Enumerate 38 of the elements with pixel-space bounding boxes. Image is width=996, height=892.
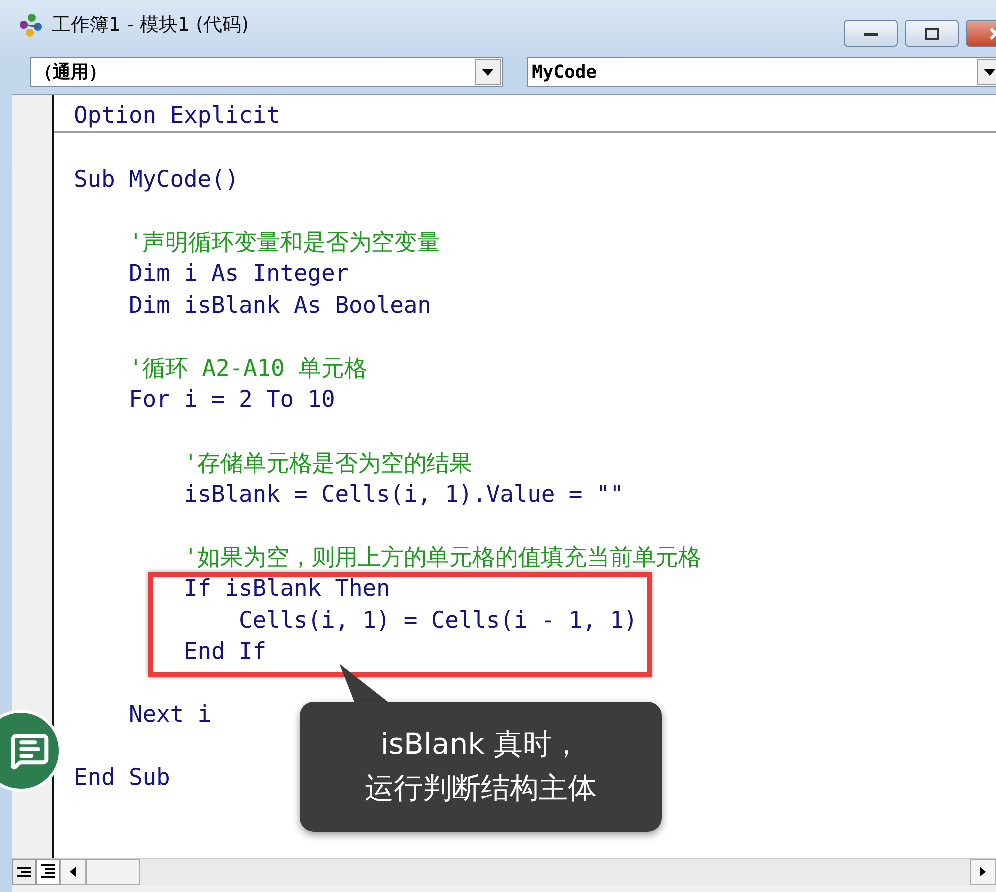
callout-text: isBlank 真时， xyxy=(380,726,582,762)
lines-icon xyxy=(41,864,55,880)
left-arrow-icon xyxy=(70,867,76,877)
procedure-dropdown[interactable]: MyCode xyxy=(527,57,996,87)
caret-icon xyxy=(482,68,494,76)
chat-icon xyxy=(10,731,50,771)
procedure-view-button[interactable] xyxy=(12,859,36,885)
code-comment: '如果为空，则用上方的单元格的值填充当前单元格 xyxy=(182,544,702,574)
code-line: isBlank = Cells(i, 1).Value = "" xyxy=(182,482,624,508)
lines-icon xyxy=(17,867,31,877)
code-line: Cells(i, 1) = Cells(i - 1, 1) xyxy=(238,608,638,634)
scroll-right-button[interactable] xyxy=(970,859,996,885)
code-line: For i = 2 To 10 xyxy=(128,387,336,414)
dropdown-arrow-button[interactable] xyxy=(475,59,501,85)
object-dropdown[interactable]: （通用） xyxy=(30,57,503,87)
right-arrow-icon xyxy=(980,867,986,877)
code-line: End If xyxy=(182,639,266,666)
maximize-button[interactable] xyxy=(905,20,959,47)
code-line: Sub MyCode() xyxy=(74,166,239,193)
code-comment: '存储单元格是否为空的结果 xyxy=(182,450,473,479)
code-line: Option Explicit xyxy=(74,102,280,129)
dropdown-arrow-button[interactable] xyxy=(977,59,996,85)
scroll-thumb[interactable] xyxy=(86,859,140,885)
callout-text: 运行判断结构主体 xyxy=(365,770,597,806)
code-comment: '声明循环变量和是否为空变量 xyxy=(128,229,440,258)
module-view-button[interactable] xyxy=(36,859,60,885)
caret-icon xyxy=(984,68,996,76)
minimize-icon xyxy=(864,30,878,36)
code-comment: '循环 A2-A10 单元格 xyxy=(128,355,368,384)
code-line: Dim isBlank As Boolean xyxy=(128,292,432,319)
scroll-left-button[interactable] xyxy=(60,859,86,885)
maximize-icon xyxy=(925,28,939,40)
code-line: If isBlank Then xyxy=(182,576,390,602)
window-title: 工作簿1 - 模块1 (代码) xyxy=(52,13,250,38)
code-line: Dim i As Integer xyxy=(128,261,349,288)
minimize-button[interactable] xyxy=(844,20,898,47)
code-line: End Sub xyxy=(74,765,170,792)
code-line: Next i xyxy=(128,702,212,728)
